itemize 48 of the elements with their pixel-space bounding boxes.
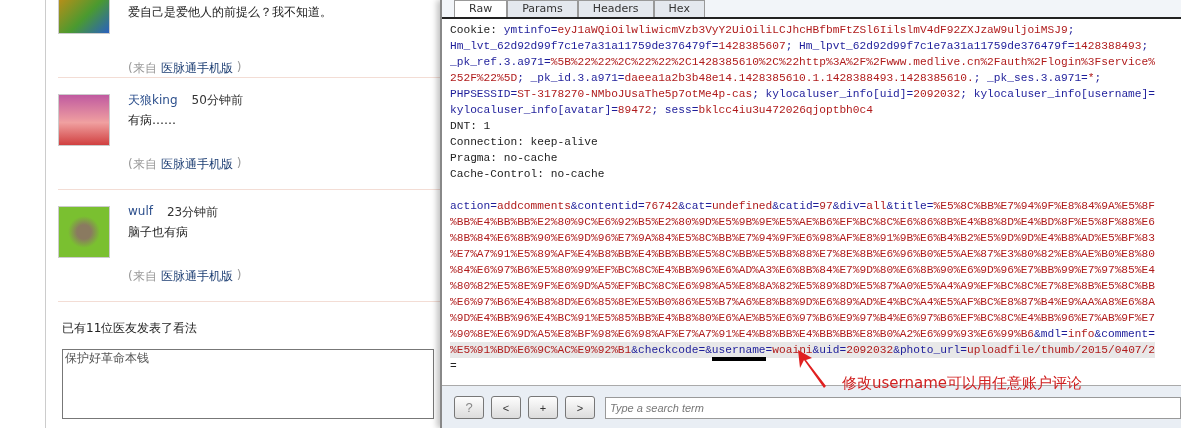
source-suffix: ) <box>236 156 242 172</box>
header-line: Hm_lvt_62d92d99f7c1e7a31a11759de376479f=1428385607; Hm_lpvt_62d92d99f7c1e7a31a11759de376479f=1428388493; <box>450 39 1149 54</box>
body-line: %9D%E4%BB%96%E4%BC%91%E5%85%BB%E4%B8%80%E6%AE%B5%E6%97%B6%E9%97%B4%E6%97%B6%EF%BC%8C%E4%BB%96%E7%AB%9F%E7 <box>450 311 1155 326</box>
header-line: Cache-Control: no-cache <box>450 167 605 182</box>
source-link[interactable]: 医脉通手机版 <box>160 156 233 173</box>
editor-tab[interactable]: Params <box>507 0 578 17</box>
source-prefix: (来自 <box>128 156 157 173</box>
toolbar-button[interactable]: > <box>565 396 595 419</box>
comment-text: 爱自己是爱他人的前提么？我不知道。 <box>128 4 332 21</box>
avatar-photo-placeholder <box>58 206 110 258</box>
header-line: Cookie: ymtinfo=eyJ1aWQiOilwliwicmVzb3VyY2UiOiliLCJhcHBfbmFtZSl6IilslmV4dF92ZXJzaW9uljoiMSJ9; <box>450 23 1075 38</box>
comment-text: 脑子也有病 <box>128 224 189 241</box>
header-line: PHPSESSID=ST-3178270-NMboJUsaThe5p7otMe4p-cas; kylocaluser_info[uid]=2092032; kylocaluser_info[username]= <box>450 87 1155 102</box>
body-line: %8B%84%E6%8B%90%E6%9D%96%E7%9A%84%E5%8C%BB%E7%94%9F%E6%98%AF%E8%91%9B%E6%B4%B2%E5%9D%9D%E4%B8%AD%E5%BF%83 <box>450 231 1155 246</box>
body-line: %80%82%E5%8E%9F%E6%9D%A5%EF%BC%8C%E6%98%A5%E8%8A%82%E5%89%8D%E5%87%A0%E5%A4%A9%EF%BC%8C%E7%8E%8B%E5%8C%BB <box>450 279 1155 294</box>
header-line: Pragma: no-cache <box>450 151 558 166</box>
header-line: _pk_ref.3.a971=%5B%22%22%2C%22%22%2C1428385610%2C%22http%3A%2F%2Fwww.medlive.cn%2Fauth%2Flogin%3Fservice% <box>450 55 1155 70</box>
body-line: = <box>450 359 457 374</box>
body-line: %84%E6%97%B6%E5%80%99%EF%BC%8C%E4%BB%96%E6%AD%A3%E6%8B%84%E7%9D%80%E6%8B%90%E6%9D%96%E7%BB%99%E7%97%85%E4 <box>450 263 1155 278</box>
source-link[interactable]: 医脉通手机版 <box>160 268 233 285</box>
body-line: %90%8E%E6%9D%A5%E8%BF%98%E6%98%AF%E7%A7%91%E4%B8%BB%E4%BB%BB%E8%B0%A2%E6%99%93%E6%99%B6&mdl=info&comment= <box>450 327 1155 342</box>
comment-time: 23分钟前 <box>167 204 219 221</box>
comment-input-field[interactable]: 保护好革命本钱 <box>62 349 434 419</box>
header-line: Connection: keep-alive <box>450 135 598 150</box>
header-line: DNT: 1 <box>450 119 491 134</box>
toolbar-button[interactable]: < <box>491 396 521 419</box>
user-name-link[interactable]: 天狼king <box>128 92 178 112</box>
source-suffix: ) <box>236 268 242 284</box>
user-name-link[interactable]: wulf <box>128 204 153 224</box>
editor-tab[interactable]: Headers <box>577 0 654 17</box>
header-line: 252F%22%5D; _pk_id.3.a971=daeea1a2b3b48e14.1428385610.1.1428388493.1428385610.; _pk_ses.3.a971=*; <box>450 71 1102 86</box>
body-line: %BB%E4%BB%BB%E2%80%9C%E6%92%B5%E2%80%9D%E5%9B%9E%E5%AE%B6%EF%BC%8C%E6%86%8B%E4%B8%8D%E4%BD%8F%E5%8F%88%E6 <box>450 215 1155 230</box>
body-line: action=addcomments&contentid=76742&cat=undefined&catid=97&div=all&title=%E5%8C%BB%E7%94%9F%E8%84%9A%E5%8F <box>450 199 1156 214</box>
annotation-text: 修改username可以用任意账户评论 <box>842 374 1082 393</box>
source-prefix: (来自 <box>128 268 157 285</box>
body-line: %E7%A7%91%E5%89%AF%E4%B8%BB%E4%BB%BB%E5%8C%BB%E5%B8%88%E7%8E%8B%E6%96%B0%E5%AE%87%E3%80%82%E8%AE%B0%E8%80 <box>450 247 1155 262</box>
avatar-photo-placeholder <box>58 94 110 146</box>
header-line: kylocaluser_info[avatar]=89472; sess=bklcc4iu3u472026qjoptbh0c4 <box>450 103 873 118</box>
body-line: %E6%97%B6%E4%B8%8D%E6%85%8E%E5%B0%86%E5%B7%A6%E8%B8%9D%E6%89%AD%E4%BC%A4%E5%AF%BC%E8%87%B4%E9%AA%A8%E6%8A <box>450 295 1155 310</box>
comment-time: 50分钟前 <box>191 92 243 109</box>
source-prefix: (来自 <box>128 60 157 77</box>
editor-tab[interactable]: Hex <box>653 0 705 17</box>
comment-text: 有病…… <box>128 112 177 129</box>
source-link[interactable]: 医脉通手机版 <box>160 60 233 77</box>
search-field[interactable]: Type a search term <box>605 396 1181 419</box>
source-suffix: ) <box>236 60 242 76</box>
toolbar-button[interactable]: + <box>528 396 558 419</box>
editor-tab[interactable]: Raw <box>454 0 508 17</box>
